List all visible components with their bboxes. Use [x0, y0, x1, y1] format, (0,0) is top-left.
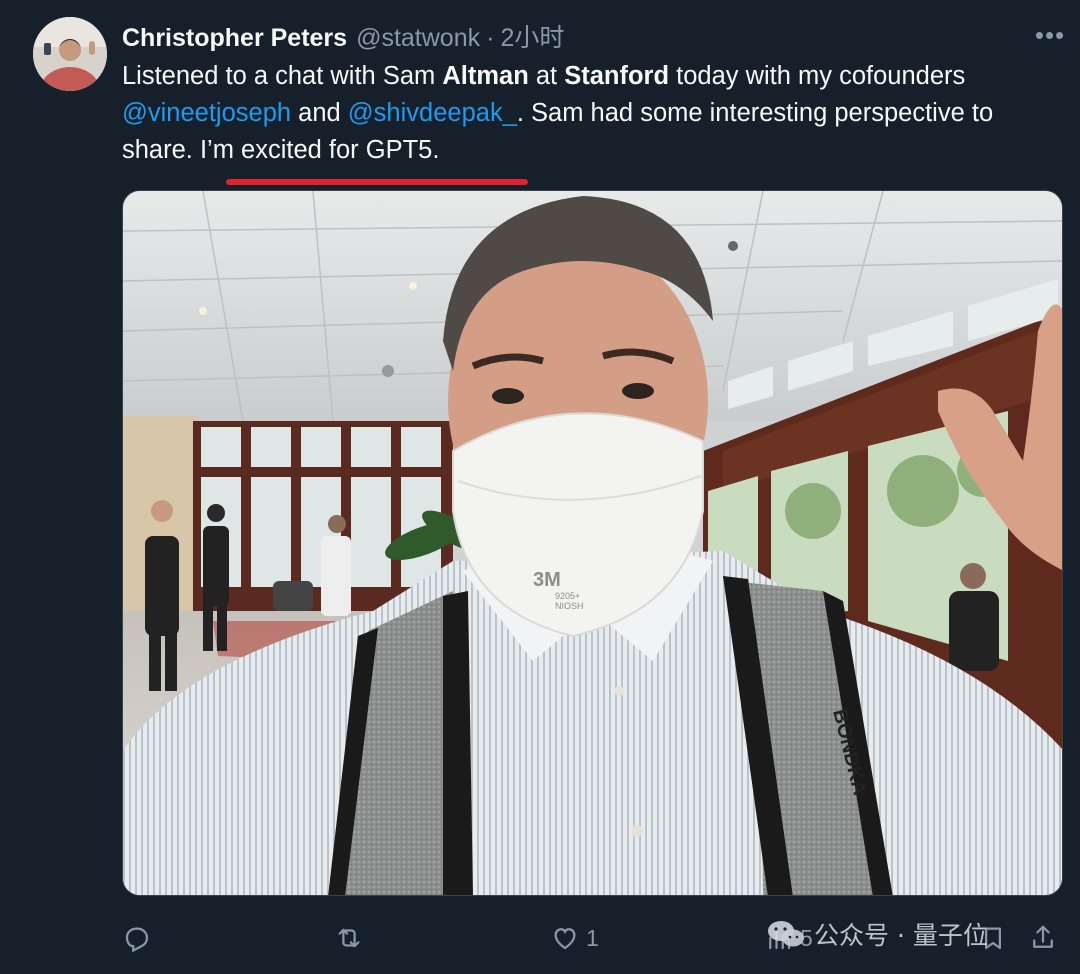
mention-link-vineetjoseph[interactable]: @vineetjoseph: [122, 99, 291, 127]
text-part: and: [291, 99, 348, 127]
text-bold-stanford: Stanford: [564, 62, 670, 90]
author-handle[interactable]: @statwonk: [356, 24, 480, 53]
text-part: today with my cofounders: [669, 62, 966, 90]
like-count: 1: [586, 924, 599, 951]
reply-button[interactable]: [122, 912, 152, 964]
mask-brand: 3M: [533, 569, 561, 591]
watermark-text: 公众号 · 量子位: [814, 921, 988, 950]
reply-icon: [125, 927, 149, 953]
share-button[interactable]: [1028, 912, 1058, 964]
tweet-card[interactable]: Christopher Peters @statwonk · 2小时 ••• L…: [0, 0, 1080, 974]
retweet-button[interactable]: [334, 912, 364, 964]
watermark: 公众号 · 量子位: [766, 912, 988, 956]
text-part: at: [528, 62, 565, 90]
mention-link-shivdeepak[interactable]: @shivdeepak_: [348, 99, 517, 127]
avatar[interactable]: [33, 17, 107, 91]
tweet-text: Listened to a chat with Sam Altman at St…: [122, 58, 1062, 169]
tweet-header: Christopher Peters @statwonk · 2小时: [122, 18, 564, 56]
more-options-icon[interactable]: •••: [1030, 20, 1070, 50]
wechat-icon: [768, 921, 804, 947]
retweet-icon: [338, 928, 360, 948]
share-icon: [1033, 925, 1053, 948]
separator-dot: ·: [486, 24, 495, 52]
text-bold-altman: Altman: [442, 62, 529, 90]
mask-cert: NIOSH: [555, 601, 584, 611]
timestamp[interactable]: 2小时: [500, 18, 564, 54]
tweet-photo[interactable]: 3M 9205+ NIOSH BONDKA: [122, 190, 1063, 896]
avatar-photo: [33, 17, 107, 91]
selfie-image: 3M 9205+ NIOSH BONDKA: [123, 191, 1062, 895]
author-name[interactable]: Christopher Peters: [122, 24, 347, 53]
mask-model: 9205+: [555, 591, 580, 601]
text-part: Listened to a chat with Sam: [122, 62, 443, 90]
like-button[interactable]: 1: [550, 912, 599, 964]
red-highlight-underline: [226, 179, 528, 185]
heart-icon: [554, 928, 576, 950]
